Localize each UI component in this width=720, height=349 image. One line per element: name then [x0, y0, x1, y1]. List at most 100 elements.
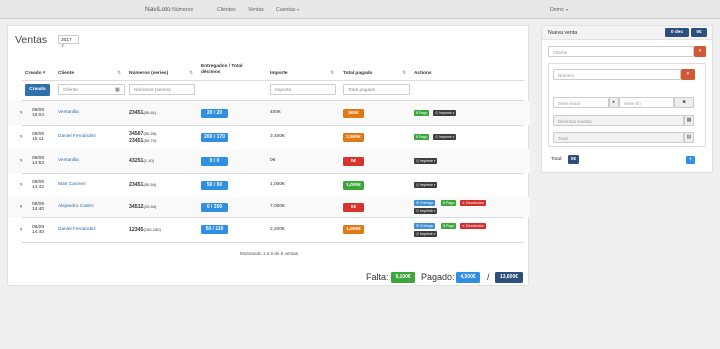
pago-button-label: Pago: [446, 223, 455, 228]
col-creado[interactable]: Creado ▾: [25, 71, 45, 77]
imprimir-button-label: Imprimir: [419, 209, 433, 213]
row-number: 23451(50-54): [129, 182, 156, 189]
devolucion-button-label: Devolución: [466, 201, 484, 205]
table-row: › 08/09 16:04 Ventanilla 23451(50-61) 20 / 20…: [8, 101, 530, 125]
stop-icon: ■: [674, 97, 694, 108]
total-pagado-badge: 1,900€: [343, 225, 364, 234]
row-client-link[interactable]: Daniel Fernández: [58, 134, 96, 139]
col-entregados[interactable]: Entregados / Total décimos: [201, 64, 257, 76]
row-created: 08/09 16:04: [32, 108, 44, 119]
numero-form: Número ⌕ Serie inicio ▸ Serie fin ■ Déci…: [548, 63, 706, 147]
slash: /: [487, 272, 490, 282]
pagado-badge: 4,500€: [456, 272, 480, 283]
entregados-badge: 200 / 170: [201, 132, 228, 142]
chevron-right-icon[interactable]: ›: [20, 203, 22, 210]
add-button[interactable]: +: [686, 156, 695, 164]
row-created: 08/09 14:42: [32, 180, 44, 191]
numero-input[interactable]: Número: [553, 69, 681, 80]
col-cliente[interactable]: Cliente: [58, 71, 74, 77]
imprimir-button[interactable]: ⎙ Imprimir ▾: [414, 182, 438, 188]
pago-button[interactable]: $ Pago: [441, 222, 457, 229]
serie-inicio-input[interactable]: Serie inicio: [553, 97, 609, 108]
nueva-venta-title: Nueva venta: [548, 30, 578, 36]
top-navbar: NaviLoto Números Clientes Ventas Cuentas…: [0, 0, 720, 19]
total-filter-input[interactable]: Total pagado: [343, 84, 410, 95]
devolucion-button[interactable]: ✕ Devolución: [460, 222, 486, 229]
total-input[interactable]: Total: [553, 132, 684, 143]
imprimir-button[interactable]: ⎙ Imprimir ▾: [414, 230, 438, 237]
nav-ventas[interactable]: Ventas: [248, 7, 264, 13]
imprimir-button-label: Imprimir: [419, 231, 433, 236]
brand[interactable]: NaviLoto: [145, 6, 171, 13]
creado-filter-button[interactable]: Creado: [25, 84, 50, 96]
numeros-filter-input[interactable]: Números (series): [129, 84, 195, 95]
numero-placeholder: Número: [558, 73, 575, 78]
pago-button-icon: $: [443, 201, 445, 205]
chevron-right-icon[interactable]: ›: [20, 226, 22, 233]
row-time: 14:53: [32, 161, 45, 167]
imprimir-button[interactable]: ⎙ Imprimir ▾: [414, 208, 438, 214]
row-time: 14:40: [32, 207, 45, 213]
divider: [22, 80, 524, 81]
calculator-icon: ▤: [684, 132, 694, 143]
col-numeros[interactable]: Números (series): [129, 71, 168, 77]
nueva-venta-header: Nueva venta 0 dec 0€: [542, 26, 712, 40]
row-client-link[interactable]: Ventanilla: [58, 158, 79, 163]
number-series: (1-10): [143, 158, 155, 163]
row-numbers: 23451(50-54): [129, 182, 156, 189]
chevron-right-icon[interactable]: ›: [20, 109, 22, 116]
sort-icon[interactable]: ⇅: [402, 70, 406, 76]
imprimir-button-icon: ⎙: [435, 111, 438, 115]
number-series: (20-54): [143, 204, 157, 209]
ventas-panel: Ventas 2017 ⇕ Creado ▾ Cliente ⇅ Números…: [7, 25, 530, 286]
chevron-right-icon[interactable]: ›: [20, 157, 22, 164]
row-client-link[interactable]: Daniel Fernández: [58, 227, 96, 232]
entrega-button[interactable]: ☰ Entrega: [414, 222, 435, 229]
entrega-button-label: Entrega: [420, 223, 433, 228]
sidebar-cliente-input[interactable]: Cliente: [548, 46, 694, 57]
user-menu[interactable]: Demo: [550, 7, 568, 13]
nav-numeros[interactable]: Números: [172, 7, 193, 13]
imprimir-button[interactable]: ⎙ Imprimir ▾: [433, 110, 457, 116]
row-client-link[interactable]: Mari Carmen: [58, 182, 86, 187]
sort-icon[interactable]: ⇅: [189, 70, 193, 76]
row-numbers: 23451(50-61): [129, 110, 156, 117]
devolucion-button-icon: ✕: [462, 223, 466, 228]
sort-icon[interactable]: ⇅: [117, 70, 121, 76]
year-select[interactable]: 2017 ⇕: [58, 35, 79, 48]
row-client-link[interactable]: Alejandro Castro: [58, 204, 94, 209]
number-value: 23451: [129, 138, 144, 144]
nav-clientes[interactable]: Clientes: [217, 7, 236, 13]
pago-button[interactable]: $ Pago: [441, 200, 457, 206]
chevron-right-icon[interactable]: ›: [20, 133, 22, 140]
number-value: 23451: [129, 182, 144, 188]
imprimir-button[interactable]: ⎙ Imprimir ▾: [433, 134, 457, 140]
row-client-link[interactable]: Ventanilla: [58, 110, 79, 115]
table-row: › 08/09 15:11 Daniel Fernández 34567(50-55) 2…: [8, 125, 530, 149]
search-button[interactable]: ⌕: [694, 46, 706, 57]
row-importe: 7,000€: [270, 204, 285, 209]
col-total-pagado[interactable]: Total pagado: [343, 71, 373, 77]
number-series: (50-54): [143, 182, 157, 187]
imprimir-button[interactable]: ⎙ Imprimir ▾: [414, 158, 438, 164]
pago-button[interactable]: $ Pago: [414, 134, 430, 140]
entrega-button[interactable]: ☰ Entrega: [414, 200, 435, 206]
importe-filter-input[interactable]: Importe: [270, 84, 336, 95]
devolucion-button[interactable]: ✕ Devolución: [460, 200, 486, 206]
nav-cuentas[interactable]: Cuentas: [276, 7, 300, 13]
decimos-sueltos-input[interactable]: Décimos sueltos: [553, 115, 684, 126]
sidebar-total-label: Total:: [551, 157, 563, 162]
pago-button-label: Pago: [446, 201, 455, 205]
chevron-right-icon[interactable]: ›: [20, 181, 22, 188]
importe-filter-placeholder: Importe: [275, 88, 292, 93]
nueva-venta-panel: Nueva venta 0 dec 0€ Cliente ⌕ Número ⌕ …: [541, 25, 713, 173]
sort-icon[interactable]: ⇅: [330, 70, 334, 76]
col-importe[interactable]: Importe: [270, 71, 288, 77]
numero-search-button[interactable]: ⌕: [681, 69, 695, 80]
devolucion-button-icon: ✕: [462, 201, 466, 205]
pago-button[interactable]: $ Pago: [414, 110, 430, 116]
row-number: 23451(50-70): [129, 138, 156, 145]
calculator-icon: ▦: [115, 87, 120, 93]
total-pagado-badge: 300€: [343, 108, 364, 118]
serie-fin-input[interactable]: Serie fin: [619, 97, 674, 108]
